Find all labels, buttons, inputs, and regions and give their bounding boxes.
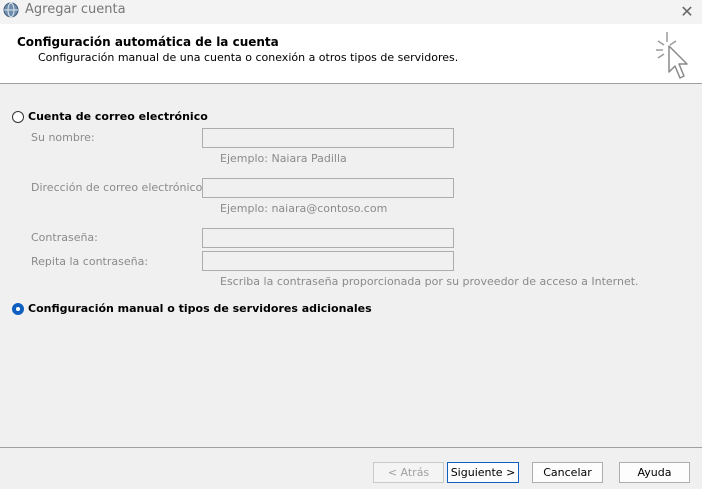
password-repeat-input[interactable] — [202, 251, 454, 271]
email-input[interactable] — [202, 178, 454, 198]
manual-setup-radio[interactable] — [12, 303, 24, 315]
outlook-app-icon — [3, 2, 19, 18]
title-bar: Agregar cuenta ✕ — [0, 0, 702, 24]
manual-setup-label[interactable]: Configuración manual o tipos de servidor… — [28, 302, 372, 315]
password-hint: Escriba la contraseña proporcionada por … — [220, 275, 639, 288]
name-input[interactable] — [202, 128, 454, 148]
back-button[interactable]: < Atrás — [373, 462, 444, 483]
header-title: Configuración automática de la cuenta — [17, 35, 279, 49]
header-subtitle: Configuración manual de una cuenta o con… — [38, 51, 459, 64]
footer-divider — [0, 447, 702, 448]
email-account-radio[interactable] — [12, 111, 24, 123]
close-button[interactable]: ✕ — [672, 0, 702, 22]
name-hint: Ejemplo: Naiara Padilla — [220, 152, 347, 165]
email-account-label[interactable]: Cuenta de correo electrónico — [28, 110, 208, 123]
password-input[interactable] — [202, 228, 454, 248]
cancel-button[interactable]: Cancelar — [532, 462, 603, 483]
password-repeat-label: Repita la contraseña: — [31, 255, 149, 268]
help-button[interactable]: Ayuda — [619, 462, 690, 483]
password-label: Contraseña: — [31, 231, 98, 244]
close-icon[interactable]: ✕ — [680, 2, 693, 21]
email-label: Dirección de correo electrónico: — [31, 181, 207, 194]
next-button[interactable]: Siguiente > — [447, 462, 519, 483]
email-hint: Ejemplo: naiara@contoso.com — [220, 202, 388, 215]
window-title: Agregar cuenta — [25, 2, 126, 17]
name-label: Su nombre: — [31, 131, 95, 144]
wizard-header: Configuración automática de la cuenta Co… — [0, 24, 702, 84]
cursor-click-icon — [656, 32, 688, 79]
